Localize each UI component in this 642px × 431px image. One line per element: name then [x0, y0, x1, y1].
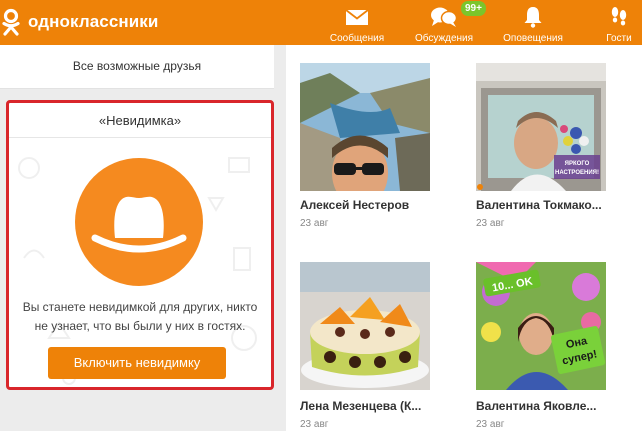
nav-messages-label: Сообщения	[329, 33, 385, 44]
nav-discussions-label: Обсуждения	[414, 33, 474, 44]
feed-card-date: 23 авг	[300, 419, 329, 430]
nav-notifications-label: Оповещения	[503, 33, 563, 44]
site-logo[interactable]: одноклассники	[0, 8, 158, 36]
fruit-cake-photo[interactable]	[300, 262, 430, 390]
top-navigation-bar: одноклассники Сообщения Обсуждения 99+ О…	[0, 0, 642, 45]
hat-icon	[75, 158, 203, 286]
envelope-icon	[326, 6, 388, 28]
woman-with-flowers-photo[interactable]: 10... OK Она супер!	[476, 262, 606, 390]
feed-card-name[interactable]: Лена Мезенцева (К...	[300, 399, 430, 413]
feed-card[interactable]: Алексей Нестеров 23 авг	[300, 63, 430, 229]
nav-notifications[interactable]: Оповещения	[500, 6, 566, 44]
footprints-icon	[596, 6, 642, 28]
ok-logo-icon	[0, 8, 22, 36]
possible-friends-block: Все возможные друзья	[0, 45, 274, 89]
invisible-mode-title: «Невидимка»	[98, 113, 182, 128]
site-name: одноклассники	[28, 12, 159, 31]
nav-guests[interactable]: Гости	[596, 6, 642, 44]
enable-invisible-button[interactable]: Включить невидимку	[48, 347, 226, 379]
feed-card-name[interactable]: Алексей Нестеров	[300, 198, 430, 212]
feed-card[interactable]: ЯРКОГО НАСТРОЕНИЯ! Валентина Токмако... …	[476, 63, 606, 229]
invisible-mode-description: Вы станете невидимкой для других, никто …	[22, 300, 258, 333]
discussions-count-badge: 99+	[460, 0, 487, 17]
man-at-cliffs-photo[interactable]	[300, 63, 430, 191]
man-in-car-photo[interactable]: ЯРКОГО НАСТРОЕНИЯ!	[476, 63, 606, 191]
feed-card-date: 23 авг	[476, 218, 505, 229]
feed-card-name[interactable]: Валентина Токмако...	[476, 198, 606, 212]
feed-card[interactable]: 10... OK Она супер! Валентина Яковле... …	[476, 262, 606, 430]
feed-card-name[interactable]: Валентина Яковле...	[476, 399, 606, 413]
svg-text:НАСТРОЕНИЯ!: НАСТРОЕНИЯ!	[555, 170, 599, 176]
all-possible-friends-link[interactable]: Все возможные друзья	[0, 59, 274, 73]
card-divider	[9, 137, 271, 138]
nav-messages[interactable]: Сообщения	[326, 6, 388, 44]
feed-card-date: 23 авг	[476, 419, 505, 430]
feed-card-date: 23 авг	[300, 218, 329, 229]
feed-card[interactable]: Лена Мезенцева (К... 23 авг	[300, 262, 430, 430]
nav-guests-label: Гости	[606, 33, 632, 44]
invisible-mode-card: «Невидимка» Вы станете невидимкой для др…	[6, 100, 274, 390]
svg-text:ЯРКОГО: ЯРКОГО	[565, 161, 590, 167]
bell-icon	[500, 6, 566, 28]
